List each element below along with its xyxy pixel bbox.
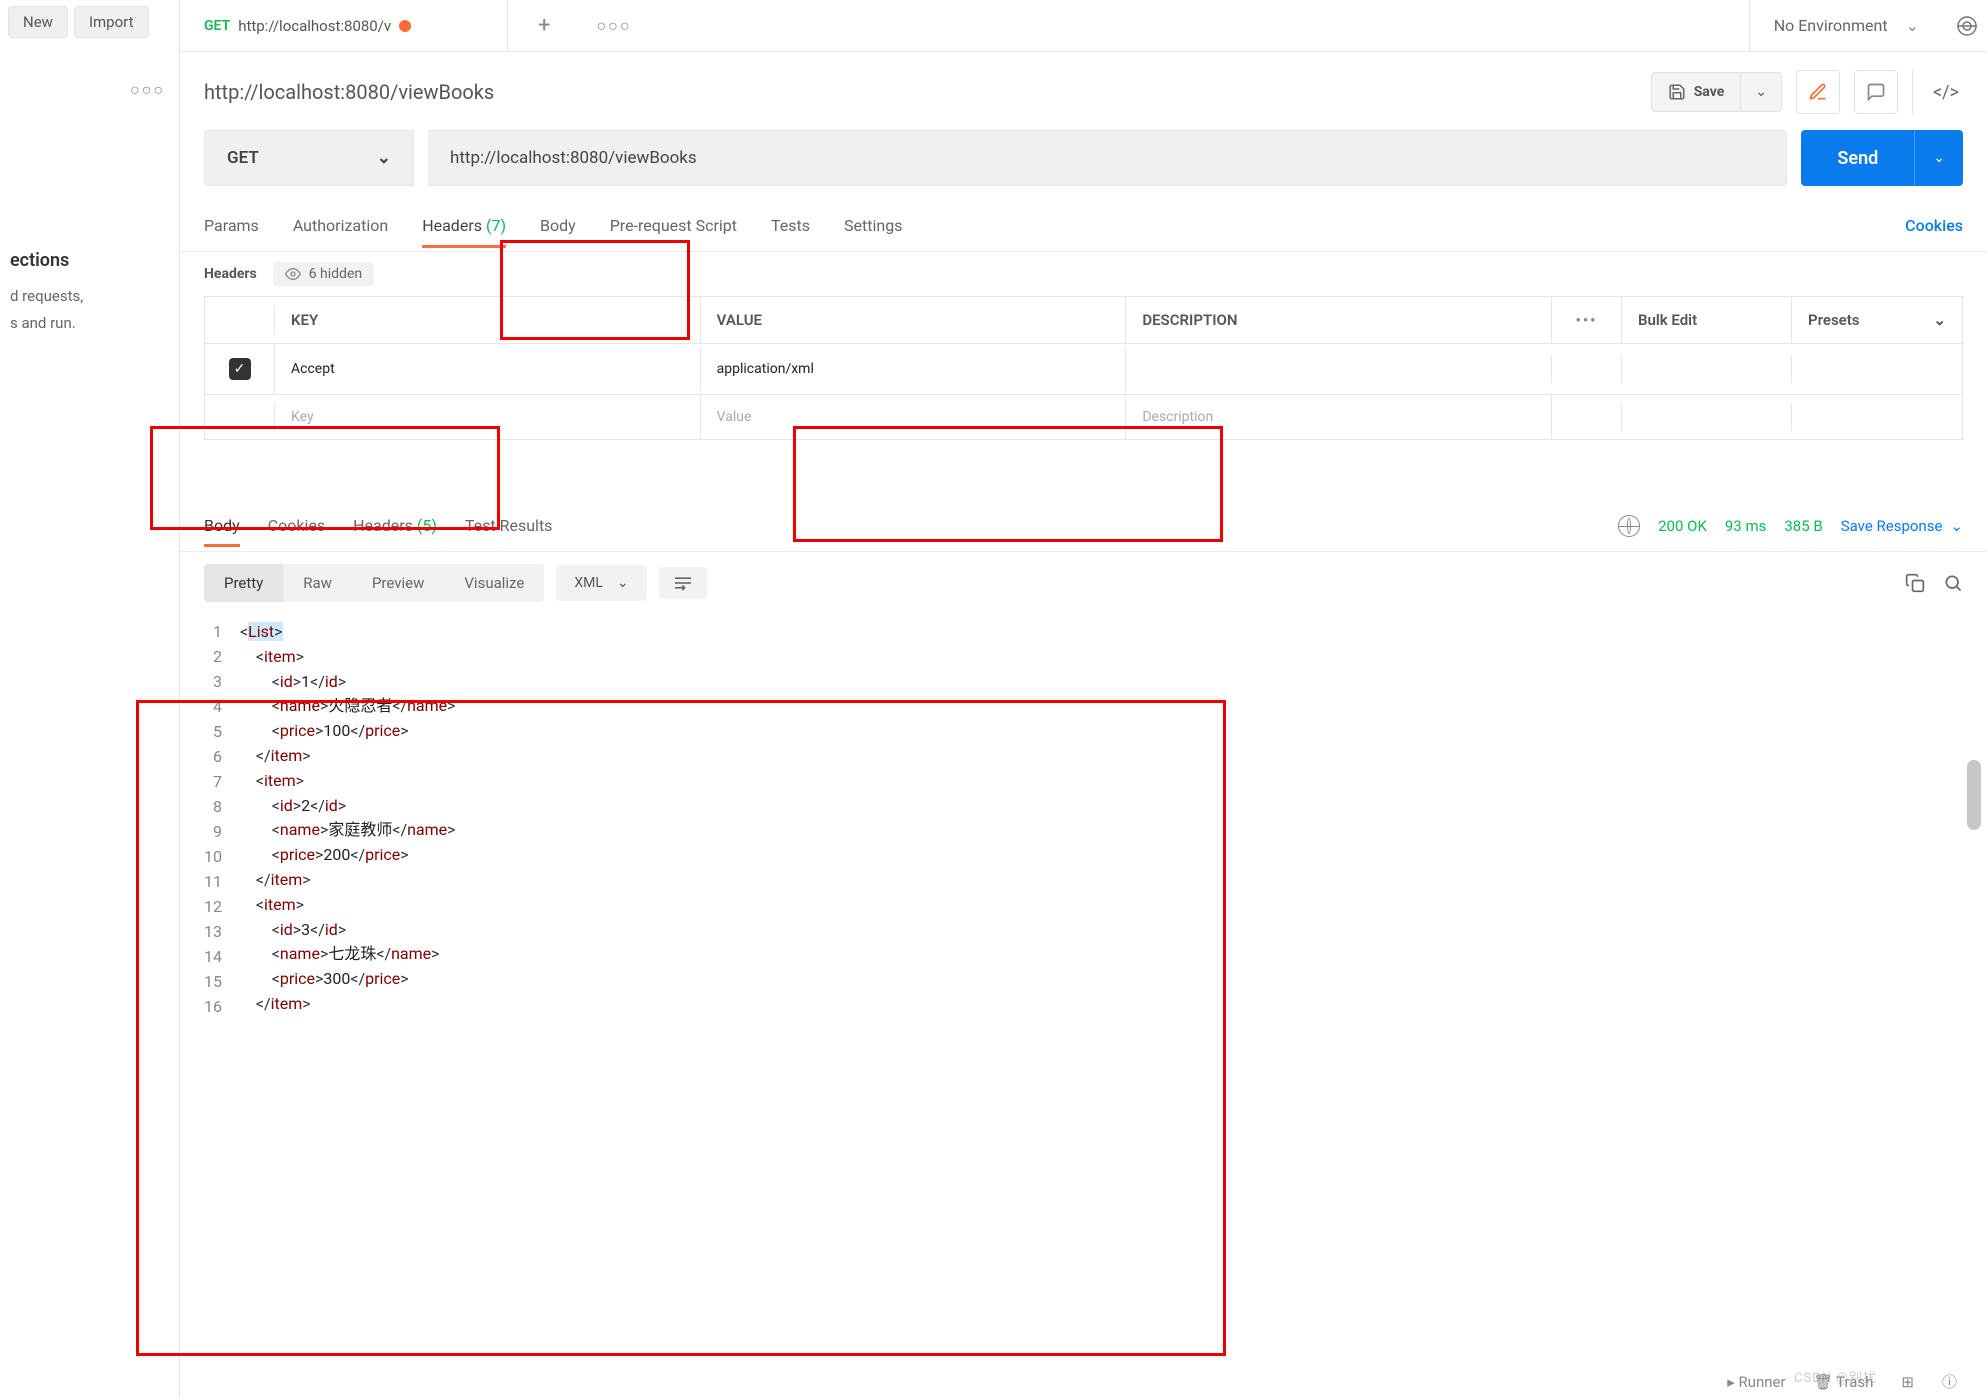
code-snippet-icon[interactable]: </> [1912, 70, 1963, 114]
tab-headers[interactable]: Headers (7) [422, 204, 506, 247]
network-icon[interactable] [1618, 515, 1640, 537]
request-subtabs: Params Authorization Headers (7) Body Pr… [180, 200, 1987, 252]
new-tab-button[interactable]: + [520, 13, 568, 38]
sidebar-section-title: ections [8, 110, 171, 283]
resp-tab-testresults[interactable]: Test Results [465, 506, 553, 545]
new-button[interactable]: New [8, 6, 68, 38]
view-mode-segment: Pretty Raw Preview Visualize [204, 564, 544, 602]
help-icon[interactable]: ⓘ [1942, 1371, 1957, 1392]
unsaved-dot-icon [399, 20, 411, 32]
eye-icon [285, 266, 301, 282]
header-row-empty: Key Value Description [205, 395, 1962, 440]
line-gutter: 12345678910111213141516 [204, 620, 240, 1020]
header-desc-placeholder[interactable]: Description [1126, 395, 1552, 439]
tab-authorization[interactable]: Authorization [293, 204, 388, 247]
col-value: VALUE [701, 297, 1127, 343]
tab-more-icon[interactable]: ○○○ [580, 16, 647, 36]
status-time: 93 ms [1725, 517, 1766, 535]
tab-prerequest[interactable]: Pre-request Script [610, 204, 737, 247]
save-chevron-icon[interactable]: ⌄ [1741, 74, 1781, 110]
header-key-placeholder[interactable]: Key [275, 395, 701, 439]
url-input[interactable]: http://localhost:8080/viewBooks [428, 130, 1787, 186]
tab-tests[interactable]: Tests [771, 204, 810, 247]
header-value-placeholder[interactable]: Value [701, 395, 1127, 439]
chevron-down-icon: ⌄ [617, 575, 629, 591]
view-raw[interactable]: Raw [283, 564, 352, 602]
scrollbar-thumb[interactable] [1967, 760, 1981, 830]
method-select[interactable]: GET ⌄ [204, 130, 414, 186]
tab-params[interactable]: Params [204, 204, 259, 247]
response-tabs: Body Cookies Headers (5) Test Results 20… [180, 488, 1987, 545]
chevron-down-icon: ⌄ [1906, 16, 1919, 35]
chevron-down-icon: ⌄ [377, 148, 391, 168]
import-button[interactable]: Import [74, 6, 149, 38]
comment-icon[interactable] [1854, 70, 1898, 114]
runner-button[interactable]: ▸ Runner [1727, 1373, 1785, 1391]
tab-title: http://localhost:8080/v [238, 17, 391, 35]
save-label: Save [1694, 84, 1725, 100]
headers-table: KEY VALUE DESCRIPTION ••• Bulk Edit Pres… [204, 296, 1963, 440]
resp-tab-cookies[interactable]: Cookies [268, 506, 325, 545]
send-button[interactable]: Send ⌄ [1801, 130, 1963, 186]
environment-select[interactable]: No Environment ⌄ [1749, 0, 1943, 51]
environment-quicklook-icon[interactable] [1955, 14, 1979, 38]
trash-button[interactable]: 🗑 Trash [1814, 1373, 1874, 1391]
cookies-link[interactable]: Cookies [1905, 216, 1963, 235]
table-more-icon[interactable]: ••• [1552, 297, 1622, 343]
request-tabbar: GET http://localhost:8080/v + ○○○ No Env… [180, 0, 1987, 52]
save-response-link[interactable]: Save Response ⌄ [1841, 517, 1963, 535]
response-body[interactable]: 12345678910111213141516 <List> <item> <i… [180, 614, 1987, 1050]
view-visualize[interactable]: Visualize [444, 564, 544, 602]
sidebar: New Import ○○○ ections d requests, s and… [0, 0, 180, 1398]
headers-title: Headers [204, 266, 257, 282]
status-code: 200 OK [1658, 517, 1707, 535]
header-value-cell[interactable]: application/xml [701, 347, 1127, 391]
environment-label: No Environment [1774, 16, 1888, 35]
sidebar-more-icon[interactable]: ○○○ [8, 50, 171, 110]
copy-icon[interactable] [1905, 573, 1925, 593]
header-key-cell[interactable]: Accept [275, 347, 701, 391]
bulk-edit-link[interactable]: Bulk Edit [1622, 297, 1792, 343]
send-chevron-icon[interactable]: ⌄ [1914, 130, 1963, 186]
header-desc-cell[interactable] [1126, 355, 1552, 383]
wrap-lines-icon[interactable] [659, 567, 707, 599]
footer-bar: ▸ Runner 🗑 Trash ⊞ ⓘ [1727, 1371, 1957, 1392]
format-select[interactable]: XML⌄ [556, 565, 646, 601]
view-pretty[interactable]: Pretty [204, 564, 283, 602]
tab-body[interactable]: Body [540, 204, 576, 247]
edit-icon[interactable] [1796, 70, 1840, 114]
send-label: Send [1801, 130, 1914, 186]
resp-tab-body[interactable]: Body [204, 506, 240, 545]
header-row: ✓ Accept application/xml [205, 344, 1962, 395]
col-key: KEY [275, 297, 701, 343]
hidden-headers-toggle[interactable]: 6 hidden [273, 262, 374, 286]
chevron-down-icon: ⌄ [1933, 311, 1946, 329]
status-size: 385 B [1784, 517, 1822, 535]
code-content[interactable]: <List> <item> <id>1</id> <name>火隐忍者</nam… [240, 620, 456, 1020]
footer-more-icon[interactable]: ⊞ [1901, 1373, 1914, 1391]
chevron-down-icon: ⌄ [1950, 517, 1963, 535]
save-button[interactable]: Save ⌄ [1651, 72, 1782, 112]
search-icon[interactable] [1943, 573, 1963, 593]
request-tab[interactable]: GET http://localhost:8080/v [188, 0, 508, 51]
tab-method: GET [204, 18, 230, 34]
col-description: DESCRIPTION [1126, 297, 1552, 343]
sidebar-blurb: d requests, s and run. [8, 283, 171, 337]
resp-tab-headers[interactable]: Headers (5) [353, 506, 437, 545]
method-label: GET [227, 148, 259, 168]
tab-settings[interactable]: Settings [844, 204, 902, 247]
presets-dropdown[interactable]: Presets⌄ [1792, 297, 1962, 343]
row-checkbox[interactable]: ✓ [229, 358, 251, 380]
request-breadcrumb[interactable]: http://localhost:8080/viewBooks [204, 80, 494, 104]
view-preview[interactable]: Preview [352, 564, 444, 602]
